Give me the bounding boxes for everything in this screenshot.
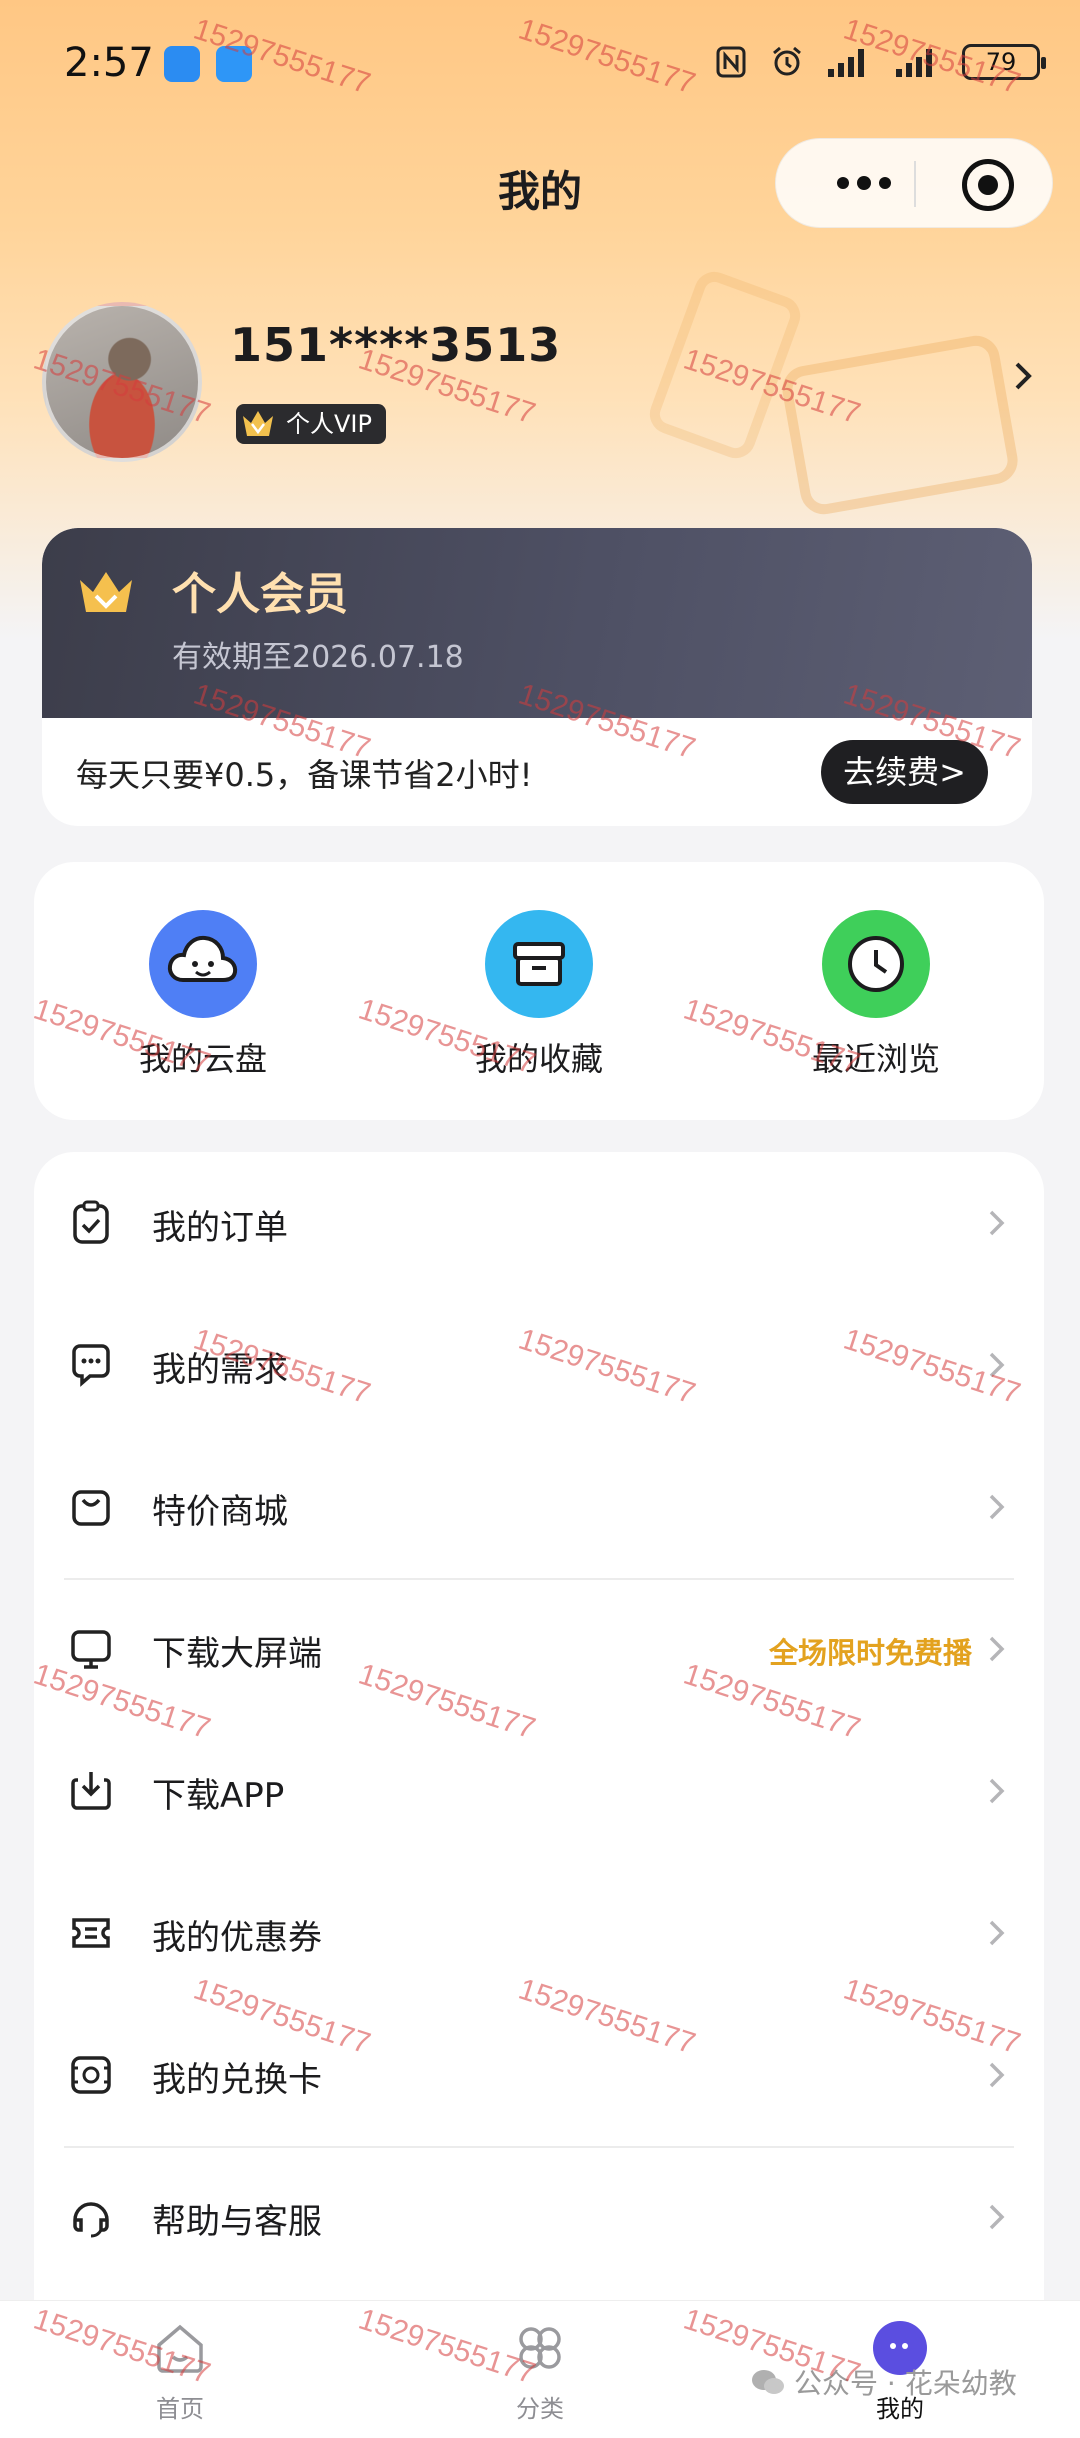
status-time: 2:57 bbox=[64, 40, 154, 86]
menu-item-download-app[interactable]: 下载APP bbox=[34, 1720, 1044, 1862]
decoration-shape bbox=[644, 266, 806, 464]
menu-item-label: 我的优惠券 bbox=[152, 1918, 322, 1958]
quick-action-label: 我的收藏 bbox=[474, 1040, 603, 1078]
decoration-shape bbox=[778, 332, 1022, 518]
chat-bubble-icon bbox=[72, 1344, 110, 1387]
account-watermark-text: 公众号 · 花朵幼教 bbox=[794, 2367, 1017, 2400]
username[interactable]: 151****3513 bbox=[230, 318, 561, 372]
menu-item-label: 特价商城 bbox=[152, 1492, 288, 1532]
alarm-icon bbox=[773, 46, 801, 76]
menu-item-label: 我的兑换卡 bbox=[152, 2060, 322, 2100]
nav-label: 分类 bbox=[516, 2395, 564, 2423]
clipboard-check-icon bbox=[73, 1200, 109, 1244]
cloud-icon bbox=[149, 910, 257, 1018]
chevron-right-icon bbox=[989, 1636, 1005, 1662]
vip-badge: 个人VIP bbox=[236, 404, 386, 444]
chevron-right-icon bbox=[989, 1210, 1005, 1236]
membership-expiry: 有效期至2026.07.18 bbox=[172, 640, 464, 675]
menu-item-label: 我的需求 bbox=[152, 1350, 288, 1390]
quick-action-recent[interactable]: 最近浏览 bbox=[776, 910, 976, 1090]
menu-item-discount-mall[interactable]: 特价商城 bbox=[34, 1436, 1044, 1578]
chevron-right-icon bbox=[989, 1920, 1005, 1946]
exchange-card-icon bbox=[71, 2056, 111, 2094]
message-notification-icon bbox=[216, 46, 252, 82]
home-icon bbox=[157, 2324, 203, 2373]
membership-title: 个人会员 bbox=[172, 569, 348, 620]
crown-icon bbox=[243, 411, 273, 436]
menu-item-coupons[interactable]: 我的优惠券 bbox=[34, 1862, 1044, 2004]
chevron-right-icon bbox=[989, 2204, 1005, 2230]
menu-item-exchange-cards[interactable]: 我的兑换卡 bbox=[34, 2004, 1044, 2146]
chevron-right-icon bbox=[989, 1352, 1005, 1378]
promo-tag: 全场限时免费播 bbox=[768, 1636, 972, 1670]
membership-promo: 每天只要¥0.5，备课节省2小时! bbox=[76, 756, 533, 794]
menu-list: 我的订单 我的需求 特价商城 下载大屏端 全场限时免费播 下载APP 我的优惠券… bbox=[34, 1152, 1044, 2302]
nav-label: 首页 bbox=[156, 2395, 204, 2423]
nav-home[interactable]: 首页 bbox=[90, 2319, 270, 2424]
avatar[interactable] bbox=[42, 302, 202, 462]
crown-icon bbox=[80, 572, 132, 612]
menu-item-label: 下载大屏端 bbox=[152, 1634, 322, 1674]
title-bar: 我的 bbox=[0, 138, 1080, 228]
menu-item-label: 帮助与客服 bbox=[152, 2202, 322, 2242]
clock-icon bbox=[822, 910, 930, 1018]
renew-button[interactable]: 去续费> bbox=[821, 740, 988, 804]
chevron-right-icon bbox=[989, 1494, 1005, 1520]
category-icon bbox=[519, 2327, 561, 2369]
menu-item-download-tv[interactable]: 下载大屏端 全场限时免费播 bbox=[34, 1578, 1044, 1720]
menu-item-label: 下载APP bbox=[152, 1776, 285, 1816]
nfc-icon bbox=[716, 46, 746, 78]
wechat-icon bbox=[752, 2370, 784, 2394]
coupon-icon bbox=[72, 1918, 110, 1948]
chevron-right-icon[interactable] bbox=[1008, 358, 1038, 394]
shopping-bag-icon bbox=[72, 1490, 110, 1526]
menu-item-help[interactable]: 帮助与客服 bbox=[34, 2146, 1044, 2288]
app-notification-icon bbox=[164, 46, 200, 82]
chevron-right-icon bbox=[989, 1778, 1005, 1804]
archive-box-icon bbox=[485, 910, 593, 1018]
status-bar: 2:57 79 bbox=[0, 40, 1080, 92]
account-watermark: 公众号 · 花朵幼教 bbox=[750, 2362, 1017, 2402]
more-options-icon[interactable] bbox=[816, 165, 912, 201]
mini-program-capsule bbox=[775, 138, 1053, 228]
membership-card[interactable]: 个人会员 有效期至2026.07.18 每天只要¥0.5，备课节省2小时! 去续… bbox=[42, 528, 1032, 826]
headset-icon bbox=[73, 2202, 109, 2238]
monitor-icon bbox=[71, 1630, 111, 1669]
membership-card-header: 个人会员 有效期至2026.07.18 bbox=[42, 528, 1032, 718]
quick-actions-card: 我的云盘 我的收藏 最近浏览 bbox=[34, 862, 1044, 1120]
menu-item-label: 我的订单 bbox=[152, 1208, 288, 1248]
quick-action-cloud-drive[interactable]: 我的云盘 bbox=[103, 910, 303, 1090]
quick-action-label: 最近浏览 bbox=[811, 1040, 940, 1078]
chevron-right-icon bbox=[989, 2062, 1005, 2088]
nav-category[interactable]: 分类 bbox=[450, 2319, 630, 2424]
menu-item-requests[interactable]: 我的需求 bbox=[34, 1294, 1044, 1436]
quick-action-favorites[interactable]: 我的收藏 bbox=[439, 910, 639, 1090]
close-target-icon[interactable] bbox=[962, 159, 1014, 211]
download-icon bbox=[71, 1772, 111, 1810]
vip-badge-label: 个人VIP bbox=[286, 410, 372, 438]
battery-indicator: 79 bbox=[962, 44, 1046, 80]
capsule-divider bbox=[914, 161, 916, 207]
signal-icon bbox=[896, 49, 932, 77]
menu-item-orders[interactable]: 我的订单 bbox=[34, 1152, 1044, 1294]
signal-icon bbox=[828, 49, 864, 77]
quick-action-label: 我的云盘 bbox=[138, 1040, 267, 1078]
